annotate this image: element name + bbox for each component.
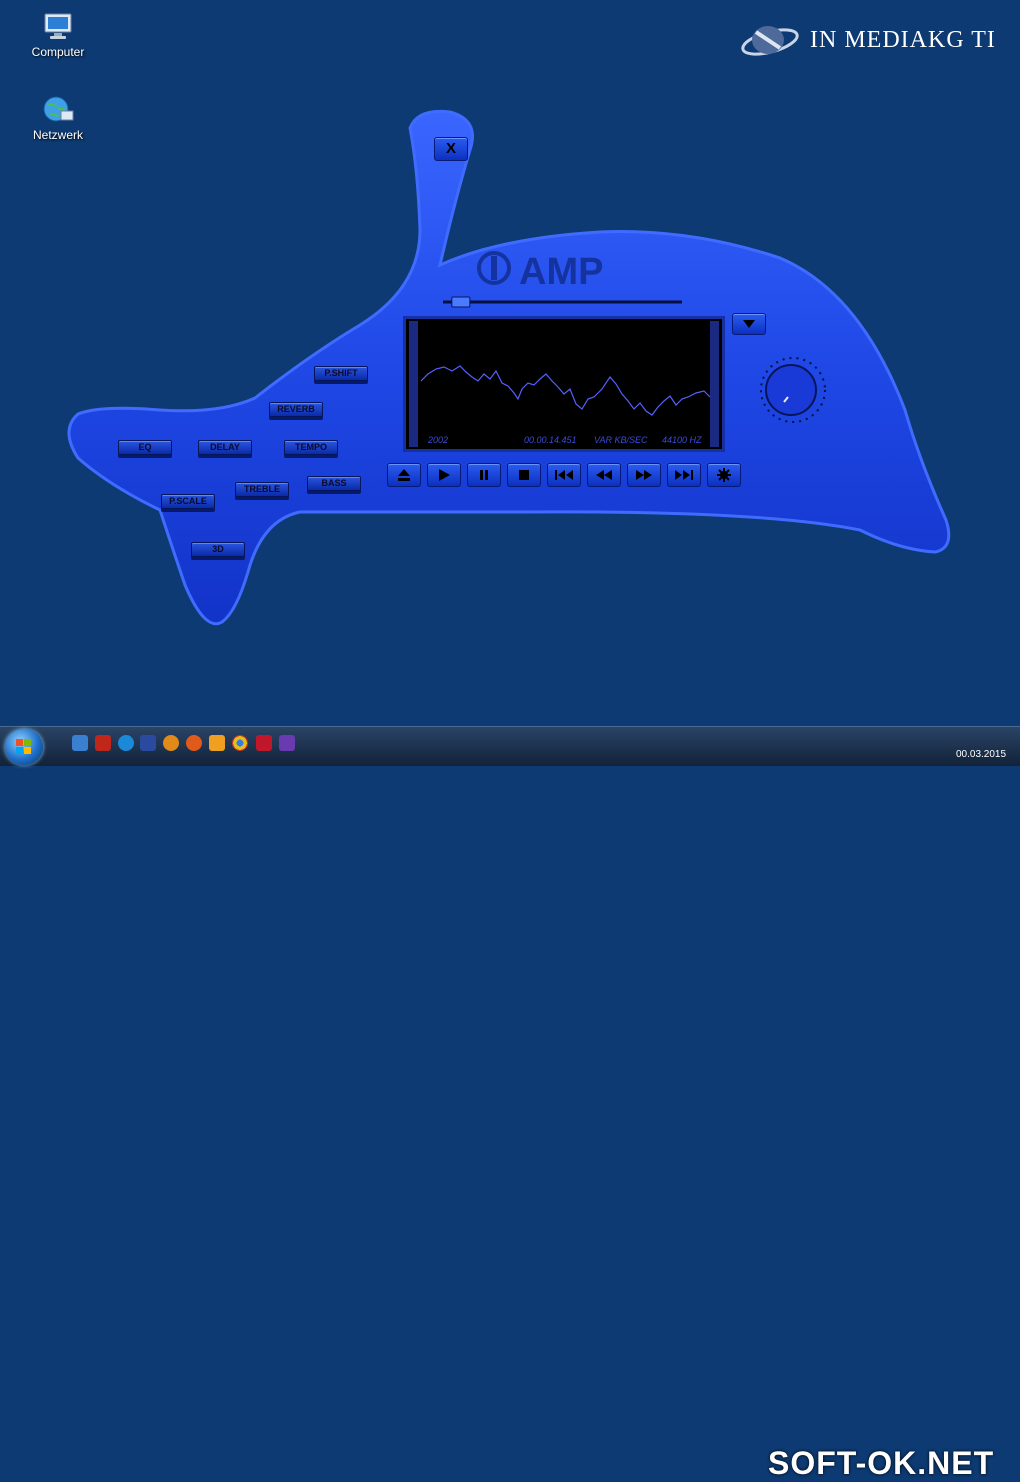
office-icon[interactable]: [209, 735, 225, 751]
eject-button[interactable]: [387, 463, 421, 487]
amp-logo-text: AMP: [519, 251, 603, 293]
save-icon[interactable]: [140, 735, 156, 751]
delay-button[interactable]: DELAY: [198, 440, 252, 455]
pscale-button[interactable]: P.SCALE: [161, 494, 215, 509]
player-app-icon[interactable]: [279, 735, 295, 751]
fast-forward-icon: [636, 470, 652, 480]
next-track-button[interactable]: [667, 463, 701, 487]
windows-logo-icon: [16, 739, 31, 754]
play-button[interactable]: [427, 463, 461, 487]
volume-knob[interactable]: [765, 364, 817, 416]
display-time: 00.00.14.451: [524, 435, 577, 445]
watermark: SOFT-OK.NET: [768, 1445, 995, 1481]
skip-forward-icon: [675, 470, 693, 480]
stop-button[interactable]: [507, 463, 541, 487]
eject-icon: [398, 469, 410, 481]
media-icon[interactable]: [163, 735, 179, 751]
pshift-button[interactable]: P.SHIFT: [314, 366, 368, 381]
pscale-label: P.SCALE: [169, 496, 207, 506]
start-button[interactable]: [5, 729, 43, 765]
3d-label: 3D: [212, 544, 224, 554]
delay-label: DELAY: [210, 442, 240, 452]
waveform: [420, 365, 711, 416]
filezilla-icon[interactable]: [95, 735, 111, 751]
display-samplerate: 44100 HZ: [662, 435, 702, 445]
reverb-label: REVERB: [277, 404, 315, 414]
bass-button[interactable]: BASS: [307, 476, 361, 491]
settings-button[interactable]: [707, 463, 741, 487]
seek-thumb[interactable]: [451, 296, 471, 308]
play-icon: [439, 469, 450, 481]
fast-forward-button[interactable]: [627, 463, 661, 487]
stop-icon: [519, 470, 529, 480]
reverb-button[interactable]: REVERB: [269, 402, 323, 417]
menu-dropdown-button[interactable]: [732, 313, 766, 335]
pause-button[interactable]: [467, 463, 501, 487]
close-button[interactable]: X: [434, 137, 468, 161]
skip-back-icon: [555, 470, 573, 480]
display-year: 2002: [428, 435, 449, 445]
eq-button[interactable]: EQ: [118, 440, 172, 455]
gear-icon: [717, 468, 731, 482]
tempo-label: TEMPO: [294, 442, 327, 452]
close-label: X: [445, 140, 456, 157]
rewind-button[interactable]: [587, 463, 621, 487]
visualization-display: 2002 00.00.14.451 VAR KB/SEC 44100 HZ: [403, 316, 725, 452]
book-icon[interactable]: [256, 735, 272, 751]
taskbar: SOFT-OK.NET 00.03.2015: [0, 726, 1020, 1481]
eq-label: EQ: [138, 442, 152, 452]
internet-explorer-icon[interactable]: [118, 735, 134, 751]
show-desktop-icon[interactable]: [72, 735, 88, 751]
3d-button[interactable]: 3D: [191, 542, 245, 557]
tempo-button[interactable]: TEMPO: [284, 440, 338, 455]
clock-date: 00.03.2015: [956, 749, 1007, 760]
bass-label: BASS: [321, 478, 347, 488]
firefox-icon[interactable]: [186, 735, 202, 751]
rewind-icon: [596, 470, 612, 480]
previous-track-button[interactable]: [547, 463, 581, 487]
treble-button[interactable]: TREBLE: [235, 482, 289, 497]
treble-label: TREBLE: [244, 484, 280, 494]
chrome-icon[interactable]: [232, 735, 248, 751]
display-bitrate: VAR KB/SEC: [594, 435, 648, 445]
pshift-label: P.SHIFT: [324, 368, 358, 378]
pause-icon: [480, 470, 488, 480]
chevron-down-icon: [743, 320, 755, 328]
